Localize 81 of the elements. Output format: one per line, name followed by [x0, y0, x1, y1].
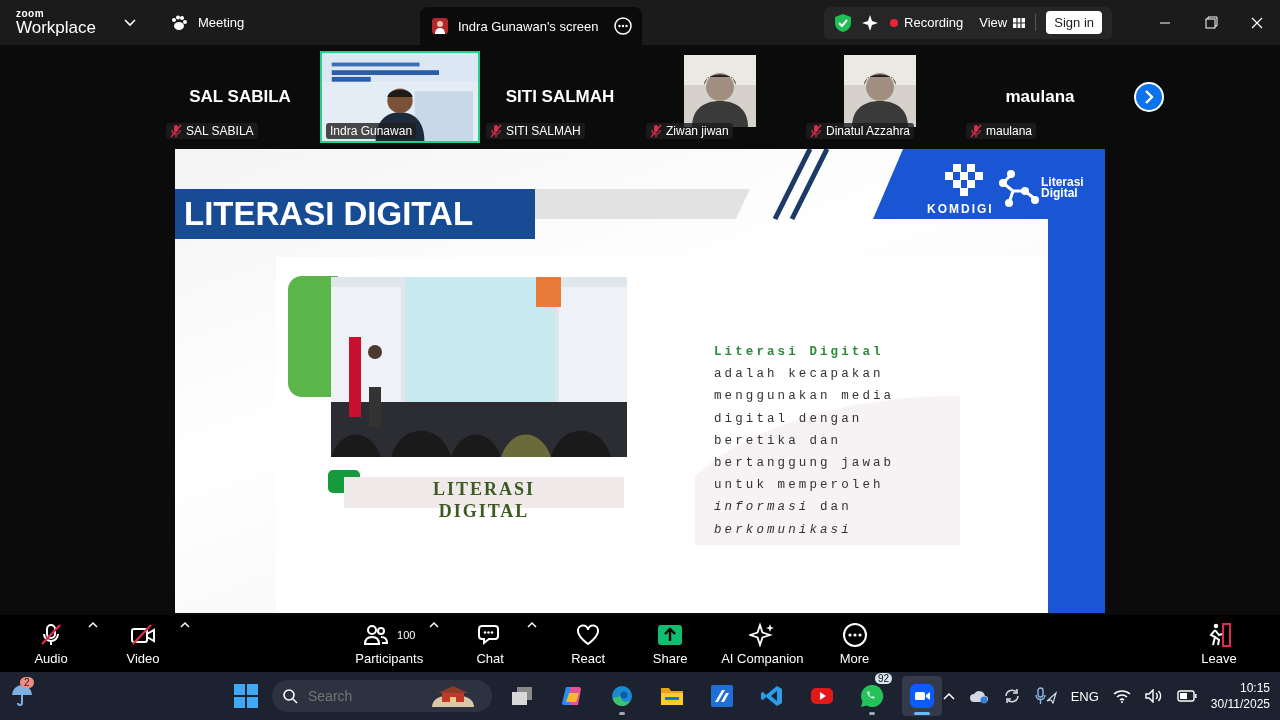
- microphone-icon[interactable]: [1034, 687, 1057, 705]
- caret-up-icon[interactable]: [429, 621, 440, 629]
- participant-tile[interactable]: Dinatul Azzahra: [800, 51, 960, 143]
- next-page-button[interactable]: [1134, 82, 1164, 112]
- participant-name: Dinatul Azzahra: [826, 124, 911, 138]
- more-icon: [841, 622, 868, 648]
- participant-name: maulana: [1005, 87, 1075, 107]
- meeting-label[interactable]: Meeting: [198, 15, 245, 30]
- view-button[interactable]: View: [973, 14, 1037, 31]
- caret-up-icon[interactable]: [180, 621, 190, 629]
- participant-name: Ziwan jiwan: [666, 124, 729, 138]
- heart-icon: [575, 622, 602, 648]
- participant-tile[interactable]: Indra Gunawan: [320, 51, 480, 143]
- more-icon[interactable]: [614, 17, 632, 35]
- participant-name: SAL SABILA: [189, 87, 291, 107]
- shield-check-icon[interactable]: [834, 12, 853, 33]
- chat-button[interactable]: Chat: [459, 621, 522, 666]
- search-field[interactable]: Search: [272, 680, 492, 712]
- share-screen-icon: [657, 622, 684, 648]
- volume-icon[interactable]: [1144, 689, 1163, 703]
- sparkle-icon: [749, 622, 776, 648]
- caret-up-icon[interactable]: [942, 692, 955, 700]
- participant-name: maulana: [986, 124, 1033, 138]
- participant-tile[interactable]: Ziwan jiwan: [640, 51, 800, 143]
- network-nodes-icon: [997, 169, 1041, 209]
- slash-tile-icon[interactable]: [710, 684, 734, 708]
- logo-text: Literasi Digital: [1041, 177, 1085, 200]
- taskbar-app[interactable]: 92: [852, 676, 892, 716]
- video-button[interactable]: Video: [112, 621, 174, 666]
- pixel-mark-icon: [945, 164, 983, 196]
- cloud-icon[interactable]: [968, 688, 989, 704]
- code-editor-icon[interactable]: [760, 684, 784, 708]
- ai-button[interactable]: AI Companion: [721, 621, 804, 666]
- caret-up-icon[interactable]: [527, 621, 538, 629]
- participant-name: Indra Gunawan: [330, 124, 413, 138]
- sync-icon[interactable]: [1002, 687, 1021, 705]
- wifi-icon[interactable]: [1112, 689, 1131, 703]
- notification-badge: 92: [874, 673, 892, 684]
- participant-tile[interactable]: SITI SALMAH SITI SALMAH: [480, 51, 640, 143]
- video-app-icon[interactable]: [909, 683, 935, 709]
- paw-icon: [170, 14, 188, 31]
- search-icon: [282, 688, 298, 704]
- participant-tile[interactable]: SAL SABILA SAL SABILA: [160, 51, 320, 143]
- battery-icon[interactable]: [1176, 690, 1197, 702]
- participant-name: SAL SABILA: [186, 124, 254, 138]
- participant-name: SITI SALMAH: [505, 87, 615, 107]
- recording-dot: [890, 18, 899, 27]
- participants-button[interactable]: 100 Participants: [355, 621, 424, 666]
- search-input[interactable]: Search: [306, 687, 420, 705]
- grid-icon: [1013, 17, 1026, 28]
- copilot-icon[interactable]: [560, 684, 584, 708]
- caret-up-icon[interactable]: [88, 621, 98, 629]
- stacked-windows-icon[interactable]: [510, 684, 534, 708]
- logo-text: Workplace: [16, 19, 97, 36]
- logo-text: zoom: [16, 9, 46, 19]
- participant-name: SITI SALMAH: [506, 124, 581, 138]
- brand-name: KOMDIGI: [927, 202, 994, 216]
- language-indicator[interactable]: ENG: [1070, 688, 1099, 704]
- clock-time[interactable]: 10:15: [1239, 679, 1270, 696]
- participant-count: 100: [397, 629, 416, 641]
- notification-badge: 2: [20, 676, 34, 688]
- participant-tile[interactable]: maulana maulana: [960, 51, 1120, 143]
- taskbar-app[interactable]: [902, 676, 942, 716]
- share-button[interactable]: Share: [639, 621, 702, 666]
- people-icon: [363, 622, 389, 648]
- microphone-muted-icon: [38, 622, 64, 648]
- chat-bubble-icon[interactable]: [859, 683, 885, 709]
- slide-heading: LITERASI DIGITAL: [175, 189, 535, 239]
- sign-in-button[interactable]: Sign in: [1046, 11, 1102, 34]
- recording-label[interactable]: Recording: [904, 15, 964, 30]
- edge-browser-icon[interactable]: [610, 684, 634, 708]
- react-button[interactable]: React: [557, 621, 620, 666]
- rounded-tab-shape: [328, 470, 360, 493]
- screen-share-tab[interactable]: Indra Gunawan's screen: [420, 7, 642, 45]
- chevron-down-icon[interactable]: [124, 18, 136, 27]
- audio-button[interactable]: Audio: [20, 621, 82, 666]
- leave-button[interactable]: Leave: [1188, 621, 1250, 666]
- clock-date[interactable]: 30/11/2025: [1210, 696, 1270, 713]
- avatar-icon: [432, 18, 448, 34]
- more-button[interactable]: More: [823, 621, 886, 666]
- chevron-right-icon: [1144, 90, 1154, 104]
